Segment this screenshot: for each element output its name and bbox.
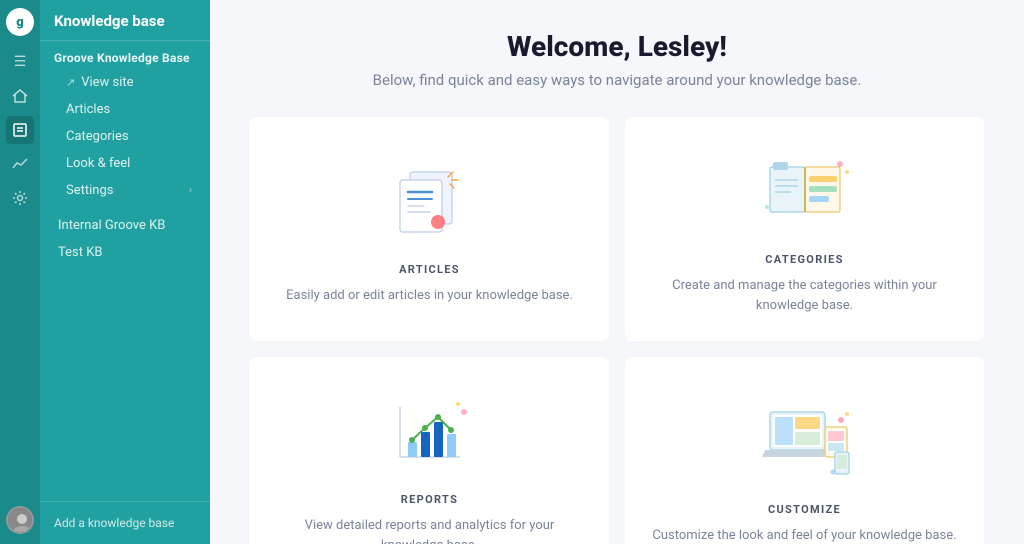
- sidebar-item-look-feel[interactable]: Look & feel: [44, 150, 206, 177]
- articles-illustration: [380, 157, 480, 247]
- settings-icon[interactable]: [6, 184, 34, 212]
- sidebar-item-test-kb-label: Test KB: [58, 245, 102, 260]
- sidebar-item-look-feel-label: Look & feel: [66, 156, 130, 171]
- icon-rail: g ☰: [0, 0, 40, 544]
- sidebar-item-categories[interactable]: Categories: [44, 123, 206, 150]
- articles-card-label: ARTICLES: [399, 263, 460, 276]
- reports-card[interactable]: REPORTS View detailed reports and analyt…: [250, 357, 609, 544]
- categories-card-desc: Create and manage the categories within …: [649, 276, 960, 315]
- sidebar-item-articles[interactable]: Articles: [44, 96, 206, 123]
- main-content: Welcome, Lesley! Below, find quick and e…: [210, 0, 1024, 544]
- categories-card[interactable]: CATEGORIES Create and manage the categor…: [625, 117, 984, 341]
- articles-card-desc: Easily add or edit articles in your know…: [286, 286, 573, 306]
- home-icon[interactable]: [6, 82, 34, 110]
- view-site-icon: ↗: [66, 76, 75, 89]
- reports-card-desc: View detailed reports and analytics for …: [274, 516, 585, 544]
- categories-illustration: [755, 147, 855, 237]
- sidebar-item-test-kb[interactable]: Test KB: [44, 239, 206, 266]
- categories-card-label: CATEGORIES: [765, 253, 843, 266]
- sidebar-section-groove-kb: Groove Knowledge Base: [40, 41, 210, 69]
- add-knowledge-base-button[interactable]: Add a knowledge base: [40, 501, 210, 544]
- menu-icon[interactable]: ☰: [6, 48, 34, 76]
- sidebar-item-view-site[interactable]: ↗ View site: [44, 69, 206, 96]
- customize-card-desc: Customize the look and feel of your know…: [652, 526, 956, 544]
- customize-card[interactable]: CUSTOMIZE Customize the look and feel of…: [625, 357, 984, 544]
- app-logo[interactable]: g: [6, 8, 34, 36]
- customize-illustration: [755, 397, 855, 487]
- customize-card-label: CUSTOMIZE: [768, 503, 841, 516]
- reports-card-label: REPORTS: [401, 493, 458, 506]
- sidebar-title: Knowledge base: [40, 0, 210, 41]
- sidebar-item-categories-label: Categories: [66, 129, 129, 144]
- welcome-title: Welcome, Lesley!: [250, 30, 984, 63]
- articles-card[interactable]: ARTICLES Easily add or edit articles in …: [250, 117, 609, 341]
- analytics-icon[interactable]: [6, 150, 34, 178]
- settings-arrow-icon: ›: [189, 185, 192, 196]
- sidebar-item-view-site-label: View site: [81, 75, 133, 90]
- sidebar-item-settings-label: Settings: [66, 183, 113, 198]
- welcome-section: Welcome, Lesley! Below, find quick and e…: [250, 30, 984, 89]
- welcome-subtitle: Below, find quick and easy ways to navig…: [250, 71, 984, 89]
- sidebar-item-settings[interactable]: Settings ›: [44, 177, 206, 204]
- sidebar-item-internal-groove-kb[interactable]: Internal Groove KB: [44, 212, 206, 239]
- knowledge-base-icon[interactable]: [6, 116, 34, 144]
- sidebar-item-articles-label: Articles: [66, 102, 110, 117]
- reports-illustration: [380, 387, 480, 477]
- user-avatar[interactable]: [6, 506, 34, 534]
- sidebar: Knowledge base Groove Knowledge Base ↗ V…: [40, 0, 210, 544]
- cards-grid: ARTICLES Easily add or edit articles in …: [250, 117, 984, 544]
- sidebar-item-internal-kb-label: Internal Groove KB: [58, 218, 165, 233]
